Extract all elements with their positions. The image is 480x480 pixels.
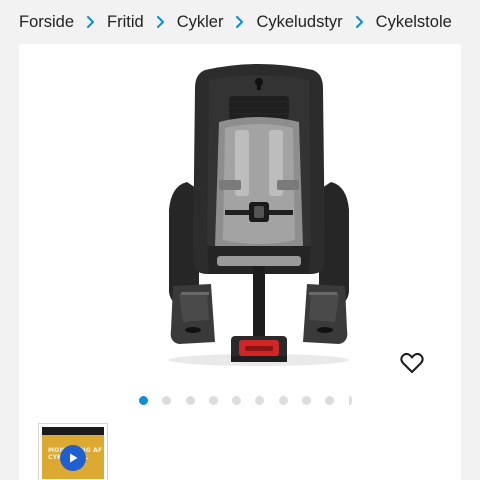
breadcrumb-item-cykler[interactable]: Cykler [177,13,224,32]
breadcrumb-item-cykelstole[interactable]: Cykelstole [376,13,452,32]
thumbnail-image: MONTERING AF CYKELSTOL [42,427,104,479]
chevron-right-icon [343,12,376,32]
chevron-right-icon [74,12,107,32]
gallery-dot[interactable] [255,395,265,405]
heart-outline-icon[interactable] [399,350,425,376]
gallery-dot[interactable] [139,395,148,405]
gallery-dot[interactable] [348,395,352,405]
product-gallery: MONTERING AF CYKELSTOL [19,44,461,480]
breadcrumb-item-forside[interactable]: Forside [19,13,74,32]
gallery-dot[interactable] [302,395,312,405]
gallery-dot[interactable] [185,395,195,405]
gallery-dot[interactable] [162,395,172,405]
breadcrumb-item-cykeludstyr[interactable]: Cykeludstyr [256,13,342,32]
gallery-pagination [139,395,366,405]
gallery-dot[interactable] [208,395,218,405]
breadcrumb-item-fritid[interactable]: Fritid [107,13,144,32]
breadcrumb: Forside Fritid Cykler Cykeludstyr Cykels… [0,0,480,44]
chevron-right-icon [144,12,177,32]
play-icon[interactable] [60,445,86,471]
gallery-dot[interactable] [325,395,335,405]
gallery-dot[interactable] [232,395,242,405]
gallery-dot[interactable] [278,395,288,405]
chevron-right-icon [223,12,256,32]
video-thumbnail[interactable]: MONTERING AF CYKELSTOL [38,423,108,480]
child-bike-seat-image[interactable] [159,60,359,380]
